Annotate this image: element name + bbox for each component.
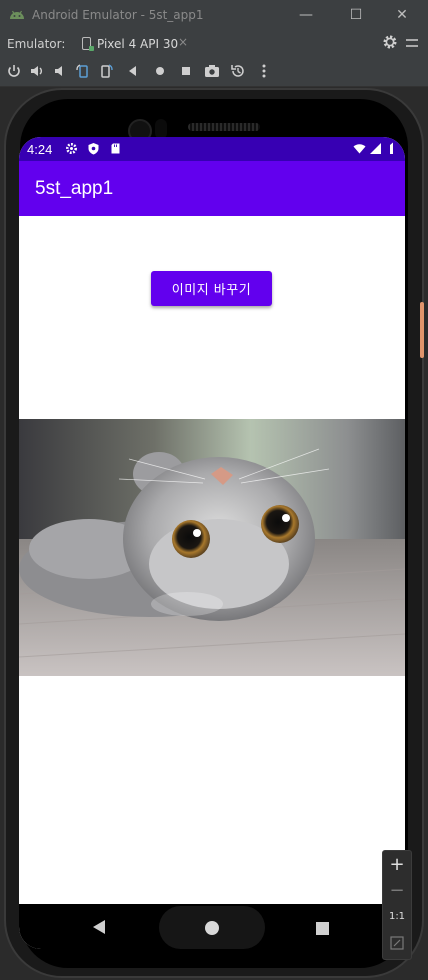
screenshot-icon[interactable] bbox=[203, 62, 221, 80]
shield-icon bbox=[88, 143, 99, 155]
cat-photo-graphic bbox=[19, 419, 405, 676]
more-icon[interactable] bbox=[255, 62, 273, 80]
fit-screen-icon[interactable] bbox=[390, 936, 404, 950]
cat-photo[interactable] bbox=[19, 419, 405, 676]
window-title-bar: Android Emulator - 5st_app1 — ☐ ✕ bbox=[0, 0, 428, 32]
app-title: 5st_app1 bbox=[35, 178, 114, 199]
proximity-sensor bbox=[155, 119, 167, 139]
window-title: Android Emulator - 5st_app1 bbox=[32, 8, 204, 22]
nav-back-icon[interactable] bbox=[93, 920, 105, 934]
nav-recents-icon[interactable] bbox=[316, 922, 329, 935]
emulator-toolbar bbox=[0, 56, 428, 87]
rotate-left-icon[interactable] bbox=[74, 62, 92, 80]
home-icon[interactable] bbox=[151, 62, 169, 80]
back-icon[interactable] bbox=[124, 62, 142, 80]
minimize-button[interactable]: — bbox=[294, 4, 318, 26]
volume-down-icon[interactable] bbox=[51, 62, 69, 80]
overview-icon[interactable] bbox=[177, 62, 195, 80]
settings-notification-icon bbox=[66, 143, 77, 154]
tab-close-icon[interactable]: × bbox=[178, 35, 188, 49]
emulator-tab-bar: Emulator: Pixel 4 API 30 × bbox=[0, 32, 428, 58]
device-icon bbox=[82, 37, 94, 51]
nav-home-icon[interactable] bbox=[205, 921, 219, 935]
rotate-right-icon[interactable] bbox=[97, 62, 115, 80]
more-options-icon[interactable] bbox=[405, 36, 419, 50]
status-time: 4:24 bbox=[27, 142, 53, 157]
maximize-button[interactable]: ☐ bbox=[344, 4, 368, 26]
snapshot-icon[interactable] bbox=[229, 62, 247, 80]
volume-up-icon[interactable] bbox=[28, 62, 46, 80]
battery-icon bbox=[390, 142, 393, 154]
phone-screen: 4:24 5st_app1 이미지 바꾸기 bbox=[19, 137, 405, 949]
side-power-button[interactable] bbox=[420, 302, 424, 358]
sd-card-icon bbox=[111, 143, 120, 154]
emulator-label: Emulator: bbox=[7, 37, 66, 51]
zoom-controls: + − 1:1 bbox=[382, 850, 412, 960]
android-icon bbox=[10, 10, 24, 19]
zoom-actual-size-button[interactable]: 1:1 bbox=[383, 905, 411, 929]
tab-pixel-4-api-30[interactable]: Pixel 4 API 30 × bbox=[66, 32, 198, 58]
app-bar: 5st_app1 bbox=[19, 161, 405, 216]
gear-icon[interactable] bbox=[382, 34, 398, 50]
zoom-out-button[interactable]: − bbox=[383, 879, 411, 903]
close-window-button[interactable]: ✕ bbox=[390, 4, 414, 26]
power-icon[interactable] bbox=[5, 62, 23, 80]
status-bar: 4:24 bbox=[19, 137, 405, 161]
signal-icon bbox=[370, 143, 381, 154]
zoom-in-button[interactable]: + bbox=[383, 853, 411, 877]
earpiece-speaker bbox=[188, 123, 260, 131]
change-image-button[interactable]: 이미지 바꾸기 bbox=[151, 271, 272, 306]
wifi-icon bbox=[353, 144, 366, 154]
navigation-bar bbox=[19, 904, 405, 949]
tab-label: Pixel 4 API 30 bbox=[97, 37, 179, 51]
